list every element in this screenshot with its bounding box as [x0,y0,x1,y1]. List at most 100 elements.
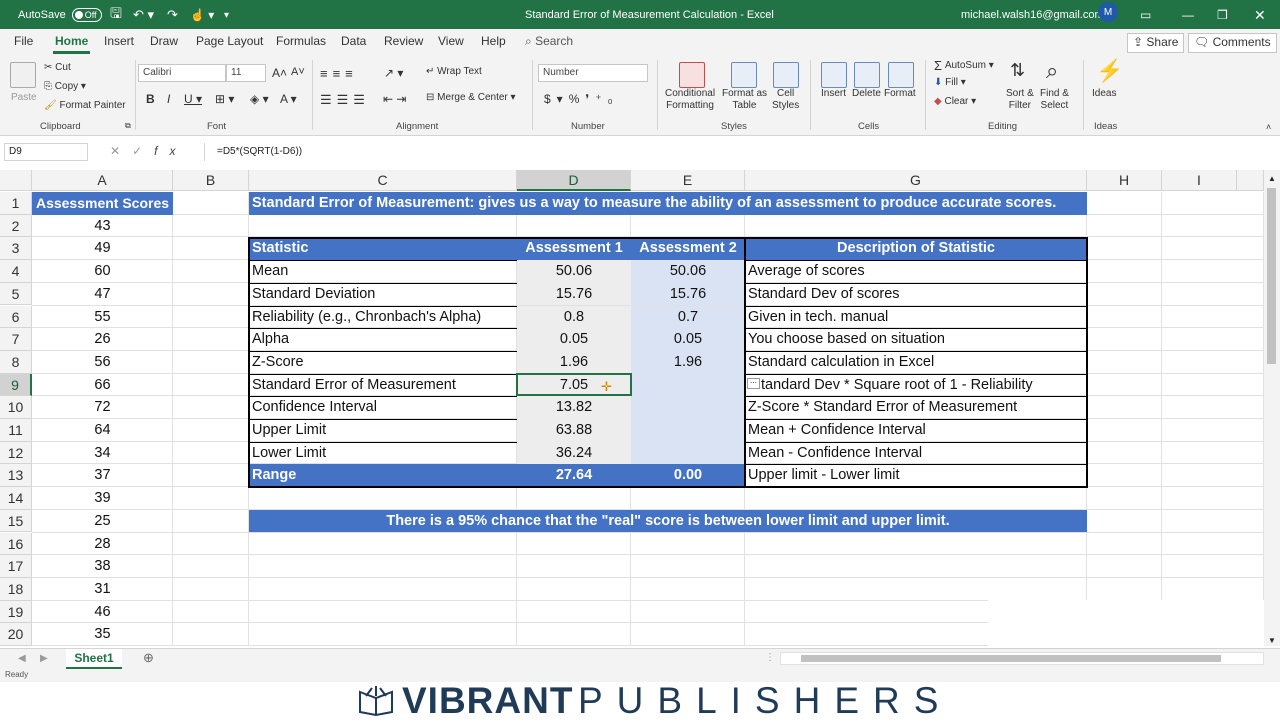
redo-icon[interactable]: ↷ [167,7,178,23]
autosave-toggle[interactable]: AutoSave Off [18,7,102,23]
font-size-select[interactable]: 11 [226,64,266,82]
table-header-3[interactable]: Description of Statistic [745,237,1087,261]
copy-button[interactable]: ⎘ Copy ▾ [44,81,86,92]
tab-draw[interactable]: Draw [148,34,180,54]
tab-data[interactable]: Data [339,34,368,54]
sort-filter-icon[interactable]: ⇅ [1010,60,1025,81]
score-cell[interactable]: 37 [32,464,173,487]
borders-icon[interactable]: ⊞ ▾ [215,92,234,106]
conditional-formatting-button[interactable]: Conditional Formatting [665,88,715,112]
row-header-16[interactable]: 16 [0,532,32,556]
statistic-name[interactable]: Lower Limit [249,442,517,465]
score-cell[interactable]: 56 [32,351,173,374]
collapse-ribbon-icon[interactable]: ˄ [1266,122,1271,132]
table-header-1[interactable]: Assessment 1 [517,237,631,261]
row-header-17[interactable]: 17 [0,555,32,578]
number-format-select[interactable]: Number [538,64,648,82]
statistic-description[interactable]: Standard calculation in Excel [745,351,1087,374]
format-cells-button[interactable]: Format [884,88,916,99]
score-cell[interactable]: 55 [32,306,173,329]
column-header-a[interactable]: A [32,170,173,191]
assessment-2-value[interactable]: 50.06 [631,260,745,283]
scroll-thumb[interactable] [1267,188,1276,364]
insert-cells-button[interactable]: Insert [821,88,846,99]
column-header-i[interactable]: I [1162,170,1237,191]
row-header-6[interactable]: 6 [0,305,32,329]
cell-styles-button[interactable]: Cell Styles [772,88,799,112]
assessment-1-value[interactable]: 0.8 [517,305,631,329]
paste-button[interactable]: Paste [11,92,37,103]
score-cell[interactable]: 26 [32,328,173,351]
score-cell[interactable]: 47 [32,283,173,306]
name-box[interactable]: D9 [4,143,88,161]
score-cell[interactable]: 49 [32,237,173,260]
sheet-tab-sheet1[interactable]: Sheet1 [66,649,122,669]
vertical-scrollbar[interactable]: ▲ ▼ [1264,170,1280,646]
statistic-name[interactable]: Confidence Interval [249,396,517,419]
enter-icon[interactable]: ✓ [132,144,154,158]
close-icon[interactable]: ✕ [1254,7,1266,23]
assessment-scores-header[interactable]: Assessment Scores [32,192,173,215]
assessment-2-value[interactable] [631,419,745,442]
column-header-h[interactable]: H [1087,170,1162,191]
conditional-formatting-icon[interactable] [679,62,705,88]
row-header-15[interactable]: 15 [0,509,32,533]
undo-icon[interactable]: ↶ ▾ [133,7,154,23]
range-value-1[interactable]: 27.64 [517,464,631,488]
tab-view[interactable]: View [436,34,466,54]
format-cells-icon[interactable] [888,62,914,88]
assessment-1-value[interactable]: 50.06 [517,260,631,283]
table-header-0[interactable]: Statistic [249,237,517,261]
score-cell[interactable]: 28 [32,533,173,556]
row-header-5[interactable]: 5 [0,282,32,306]
lightning-icon[interactable]: ⚡ [1096,58,1123,84]
statistic-description[interactable]: Standard Dev of scores [745,283,1087,306]
tab-review[interactable]: Review [382,34,425,54]
tab-help[interactable]: Help [479,34,508,54]
score-cell[interactable]: 66 [32,374,173,397]
statistic-description[interactable]: Mean + Confidence Interval [745,419,1087,442]
row-header-3[interactable]: 3 [0,237,32,261]
statistic-name[interactable]: Upper Limit [249,419,517,442]
assessment-1-value[interactable]: 13.82 [517,396,631,419]
format-painter-button[interactable]: 🖌 Format Painter [44,100,126,111]
score-cell[interactable]: 43 [32,215,173,238]
assessment-1-value[interactable]: 1.96 [517,350,631,374]
score-cell[interactable]: 72 [32,396,173,419]
user-email[interactable]: michael.walsh16@gmail.com [961,7,1104,23]
customize-qat-icon[interactable]: ▾ [224,7,229,23]
maximize-icon[interactable]: ❐ [1217,7,1228,23]
range-label[interactable]: Range [249,464,517,488]
assessment-2-value[interactable] [631,396,745,419]
score-cell[interactable]: 64 [32,419,173,442]
tab-split-icon[interactable]: ⋮ [765,652,775,663]
ideas-button[interactable]: Ideas [1092,88,1116,99]
sheet-nav-right-icon[interactable]: ▶ [40,653,48,664]
row-header-19[interactable]: 19 [0,600,32,624]
statistic-description[interactable]: Z-Score * Standard Error of Measurement [745,396,1087,419]
assessment-2-value[interactable] [631,441,745,465]
assessment-2-value[interactable]: 1.96 [631,350,745,374]
statistic-description[interactable]: You choose based on situation [745,328,1087,351]
grow-font-icon[interactable]: A˄ [272,66,287,80]
note-banner[interactable]: There is a 95% chance that the "real" sc… [249,509,1087,533]
autosave-switch[interactable]: Off [71,8,102,22]
clipboard-launcher-icon[interactable]: ⧉ [125,121,131,131]
cancel-icon[interactable]: ✕ [110,144,132,158]
row-header-2[interactable]: 2 [0,214,32,238]
delete-cells-button[interactable]: Delete [852,88,881,99]
horizontal-align-icons[interactable]: ☰☰☰ [320,92,370,108]
row-header-11[interactable]: 11 [0,419,32,442]
score-cell[interactable]: 46 [32,601,173,624]
row-header-1[interactable]: 1 [0,192,32,215]
find-select-button[interactable]: Find & Select [1040,88,1069,112]
delete-cells-icon[interactable] [854,62,880,88]
scroll-down-icon[interactable]: ▼ [1268,636,1276,645]
cut-button[interactable]: ✂ Cut [44,62,71,73]
formula-input[interactable]: =D5*(SQRT(1-D6)) [204,143,1272,161]
row-header-12[interactable]: 12 [0,441,32,465]
row-header-14[interactable]: 14 [0,487,32,510]
comments-button[interactable]: 🗨 Comments [1188,33,1277,53]
select-all-corner[interactable] [0,170,32,191]
save-icon[interactable]: 🖫 [110,5,122,23]
